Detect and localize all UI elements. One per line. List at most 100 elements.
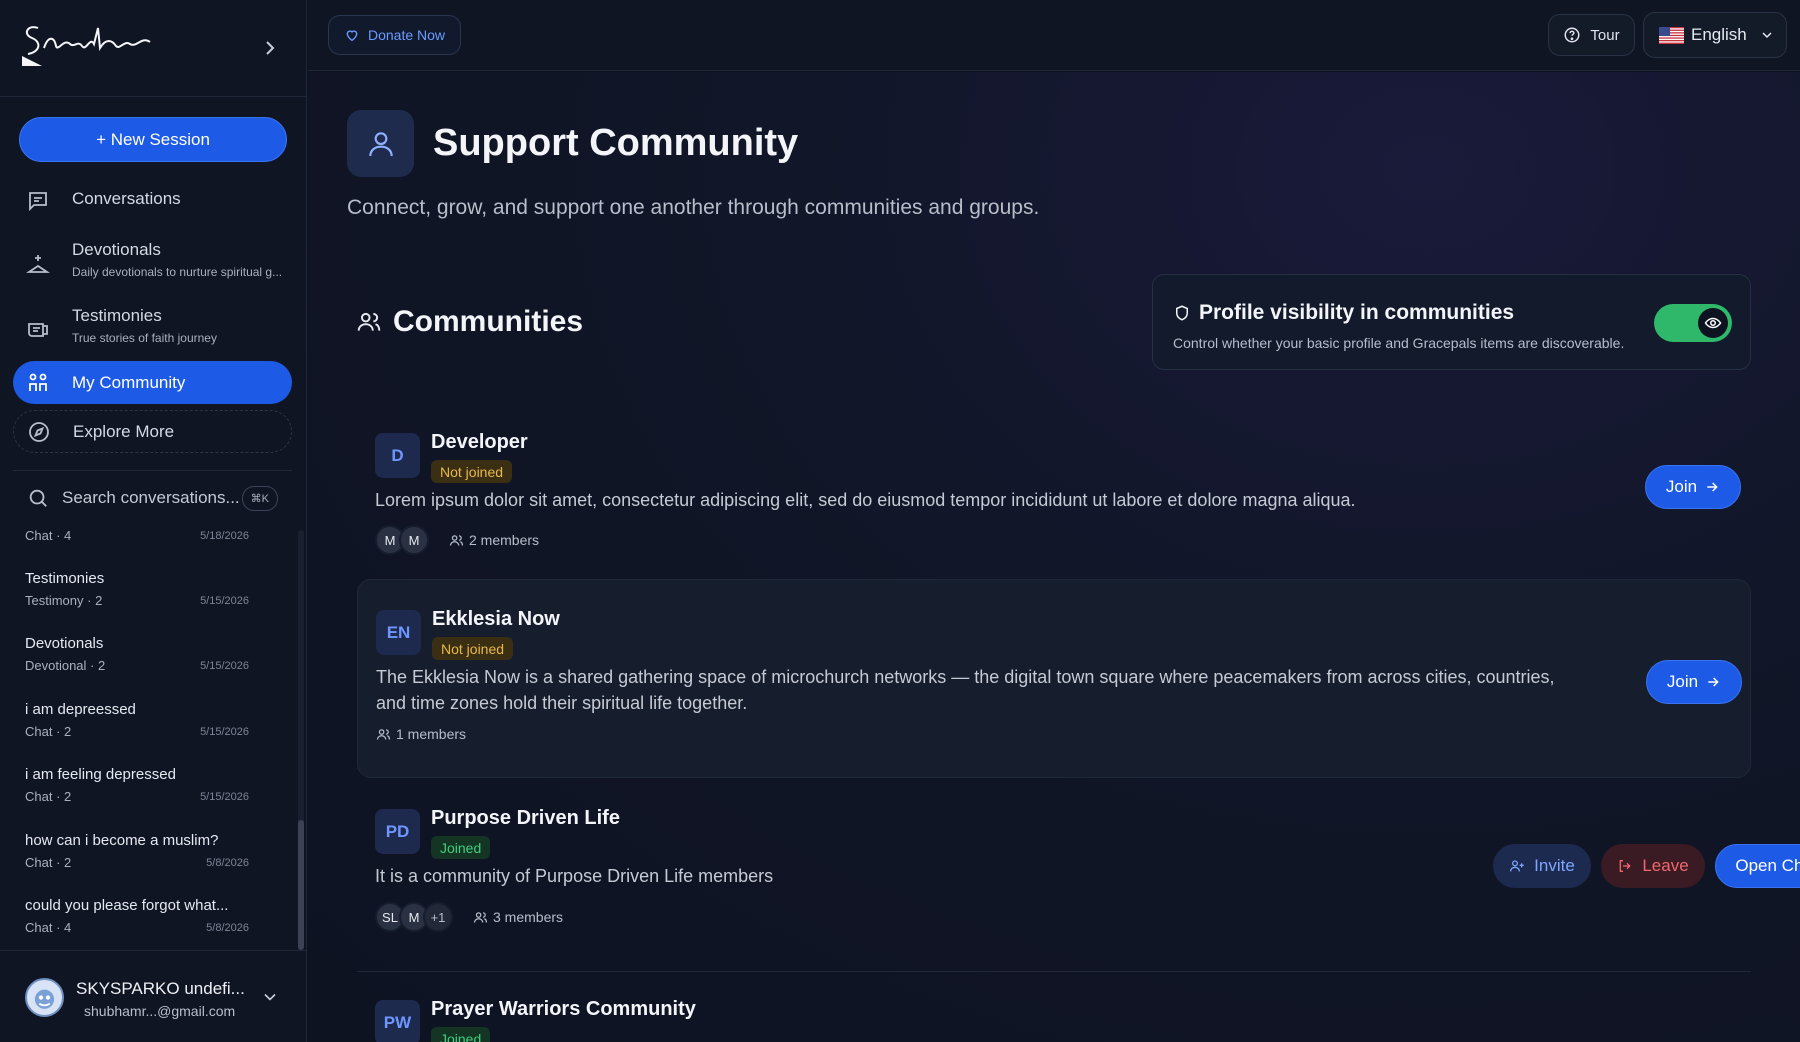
message-icon [29,192,47,212]
member-avatar: M [399,525,429,555]
sidebar-item-conversations[interactable]: Conversations [13,189,292,213]
conversation-list[interactable]: Chat · 4 5/18/2026 Testimonies Testimony… [0,522,300,950]
chevron-right-icon[interactable] [258,36,282,60]
join-button[interactable]: Join [1645,465,1741,509]
community-name[interactable]: Prayer Warriors Community [431,998,696,1021]
list-item[interactable]: how can i become a muslim? Chat · 2 5/8/… [25,832,249,870]
user-icon [347,110,414,177]
visibility-description: Control whether your basic profile and G… [1173,335,1625,351]
status-badge: Joined [431,836,491,859]
member-count: 2 members [469,532,540,548]
conversation-date: 5/8/2026 [206,857,249,869]
sidebar-item-label: Testimonies [72,306,162,325]
user-plus-icon [1510,860,1524,872]
language-label: English [1691,25,1747,44]
donate-button[interactable]: Donate Now [328,15,462,55]
page-title: Support Community [433,122,799,164]
member-count: 1 members [396,726,467,742]
tour-label: Tour [1590,26,1620,44]
community-description: The Ekklesia Now is a shared gathering s… [376,664,1555,716]
join-label: Join [1666,672,1699,691]
users-icon [473,911,488,923]
search-input[interactable]: Search conversations... [62,488,242,508]
community-card-prayer-warriors[interactable]: PW Prayer Warriors Community Joined [357,972,1751,1042]
log-out-icon [1619,860,1631,872]
language-select[interactable]: English [1643,12,1787,58]
shield-icon [1176,305,1188,321]
leave-button[interactable]: Leave [1601,844,1705,888]
sidebar-item-subtitle: Daily devotionals to nurture spiritual g… [72,265,283,279]
community-meta: 1 members [376,726,466,742]
conversation-title: i am feeling depressed [25,766,176,783]
community-name[interactable]: Purpose Driven Life [431,807,620,830]
compass-icon [29,421,49,442]
chevron-down-icon [1762,32,1772,39]
community-description: It is a community of Purpose Driven Life… [375,866,774,886]
open-chat-button[interactable]: Open Chat [1715,844,1800,888]
chevron-down-icon[interactable] [260,987,280,1007]
conversation-title: Testimonies [25,570,105,587]
conversation-date: 5/8/2026 [206,922,249,934]
community-name[interactable]: Ekklesia Now [432,608,560,631]
user-profile[interactable]: SKYSPARKO undefi... shubhamr...@gmail.co… [0,950,307,1042]
search-conversations[interactable]: Search conversations... ⌘K [13,478,292,518]
list-item[interactable]: Testimonies Testimony · 2 5/15/2026 [25,570,249,608]
community-avatar: EN [376,610,421,655]
sidebar-item-label: Conversations [72,189,181,208]
conversation-title: i am depreessed [25,701,136,718]
sidebar-item-explore-more[interactable]: Explore More [13,410,292,453]
community-description: Lorem ipsum dolor sit amet, consectetur … [375,490,1356,510]
list-item[interactable]: Chat · 4 5/18/2026 [25,528,249,543]
users-icon [449,534,464,546]
scrollbar-thumb[interactable] [298,820,304,950]
new-session-button[interactable]: + New Session [19,117,287,162]
status-badge: Joined [431,1027,491,1042]
visibility-toggle[interactable] [1654,304,1732,342]
leave-label: Leave [1642,856,1689,875]
list-item[interactable]: i am depreessed Chat · 2 5/15/2026 [25,701,249,739]
list-item[interactable]: could you please forgot what... Chat · 4… [25,897,249,935]
main-content: Support Community Connect, grow, and sup… [308,72,1800,1042]
sidebar-divider [13,470,292,471]
community-meta: SL M +1 3 members [375,902,563,932]
sidebar-item-my-community[interactable]: My Community [13,361,292,404]
toggle-knob [1698,308,1728,338]
visibility-title: Profile visibility in communities [1173,301,1514,325]
tour-button[interactable]: Tour [1548,14,1635,56]
community-avatar: D [375,433,420,478]
heart-icon [346,30,358,42]
users-icon [357,312,381,331]
us-flag-icon [1659,26,1684,44]
open-chat-label: Open Chat [1735,856,1800,875]
conversation-date: 5/15/2026 [200,726,249,738]
sidebar-item-devotionals[interactable]: Devotionals Daily devotionals to nurture… [13,240,292,279]
conversation-title: could you please forgot what... [25,897,229,914]
communities-heading: Communities [356,305,583,339]
community-card-ekklesia-now[interactable]: EN Ekklesia Now Not joined The Ekklesia … [357,579,1751,778]
search-icon [29,489,47,507]
sidebar: + New Session Conversations Devotionals … [0,0,307,1042]
users-icon [376,728,391,740]
community-description-line: The Ekklesia Now is a shared gathering s… [376,667,1555,687]
list-item[interactable]: Devotionals Devotional · 2 5/15/2026 [25,635,249,673]
conversation-date: 5/15/2026 [200,595,249,607]
list-item[interactable]: i am feeling depressed Chat · 2 5/15/202… [25,766,249,804]
visibility-title-text: Profile visibility in communities [1199,301,1515,324]
conversation-date: 5/18/2026 [200,530,249,542]
sidebar-item-testimonies[interactable]: Testimonies True stories of faith journe… [13,306,292,345]
join-button[interactable]: Join [1646,660,1742,704]
community-card-purpose-driven-life[interactable]: PD Purpose Driven Life Joined It is a co… [357,781,1800,956]
help-circle-icon [1564,27,1580,43]
sidebar-header [0,0,306,97]
member-count: 3 members [493,909,564,925]
invite-button[interactable]: Invite [1493,844,1591,888]
conversation-date: 5/15/2026 [200,791,249,803]
bible-icon [26,255,50,273]
app-logo[interactable] [20,18,170,68]
community-avatar: PD [375,809,420,854]
donate-label: Donate Now [368,27,446,43]
community-card-developer[interactable]: D Developer Not joined Lorem ipsum dolor… [357,404,1751,569]
profile-visibility-card: Profile visibility in communities Contro… [1152,274,1751,370]
avatar[interactable] [25,978,64,1017]
community-name[interactable]: Developer [431,431,528,454]
